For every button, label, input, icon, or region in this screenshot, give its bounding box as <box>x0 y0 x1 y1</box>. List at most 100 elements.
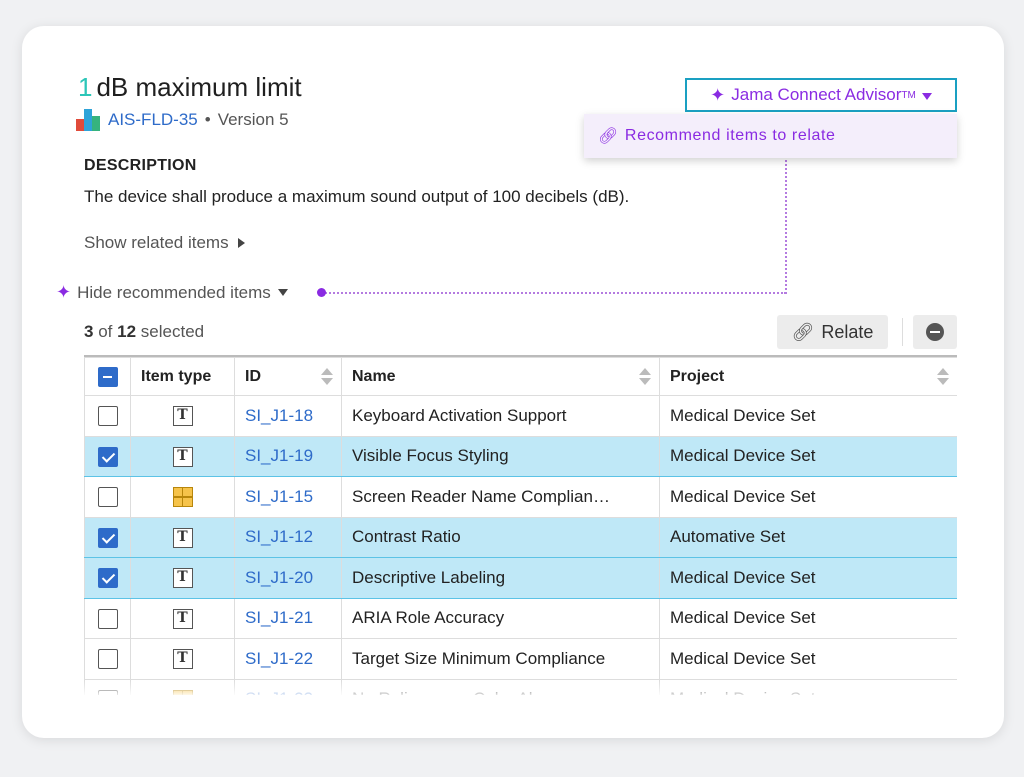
hide-recommended-toggle[interactable]: ✦ Hide recommended items <box>56 282 288 303</box>
description-label: DESCRIPTION <box>84 157 197 174</box>
chevron-down-icon <box>921 92 932 100</box>
header-project[interactable]: Project <box>659 357 957 396</box>
item-meta: AIS-FLD-35 • Version 5 <box>76 109 289 131</box>
title-number: 1 <box>78 72 93 102</box>
header-project-label: Project <box>670 367 725 385</box>
page-title: 1 dB maximum limit <box>78 72 302 103</box>
row-checkbox-cell <box>84 597 131 639</box>
row-checkbox-cell <box>84 476 131 518</box>
of-word: of <box>98 322 113 341</box>
item-type-cell <box>130 476 235 518</box>
item-id-cell[interactable]: SI_J1-21 <box>234 597 342 639</box>
row-checkbox[interactable] <box>97 608 118 629</box>
sparkle-icon: ✦ <box>56 282 72 302</box>
row-checkbox[interactable] <box>97 487 118 507</box>
row-checkbox-cell <box>84 516 131 558</box>
remove-button[interactable] <box>913 315 957 349</box>
item-project-cell: Medical Device Set <box>659 476 957 518</box>
relate-button[interactable]: 🔗︎ Relate <box>777 315 888 349</box>
item-type-cell: T <box>130 395 235 437</box>
row-checkbox[interactable] <box>97 446 118 467</box>
link-icon: 🔗︎ <box>598 128 619 145</box>
sort-icon[interactable] <box>321 368 333 386</box>
item-project-cell: Medical Device Set <box>659 435 957 477</box>
item-id-cell[interactable]: SI_J1-12 <box>234 516 342 558</box>
table-row[interactable]: T SI_J1-18 Keyboard Activation Support Medi… <box>84 395 957 437</box>
minus-circle-icon <box>926 323 944 341</box>
row-checkbox[interactable] <box>97 527 118 548</box>
row-checkbox-cell <box>84 435 131 477</box>
row-checkbox[interactable] <box>97 568 118 588</box>
row-checkbox-cell <box>84 395 131 437</box>
item-project-cell: Automative Set <box>659 516 957 558</box>
item-project-cell: Medical Device Set <box>659 597 957 639</box>
text-item-icon: T <box>172 568 193 588</box>
recommend-label: Recommend items to relate <box>624 127 836 144</box>
recommended-items-table: Item type ID Name Project T SI_J1-18 Keybo… <box>84 355 957 695</box>
header-id[interactable]: ID <box>234 357 342 396</box>
table-row[interactable]: T SI_J1-19 Visible Focus Styling Medical De… <box>84 435 957 477</box>
advisor-menu-item-recommend[interactable]: 🔗︎ Recommend items to relate <box>584 114 957 158</box>
sort-icon[interactable] <box>937 368 949 386</box>
item-id-link[interactable]: AIS-FLD-35 <box>108 110 198 130</box>
item-name-cell: Keyboard Activation Support <box>341 395 660 437</box>
row-checkbox[interactable] <box>97 406 118 426</box>
text-item-icon: T <box>172 527 193 548</box>
connector-line-vertical <box>785 144 787 294</box>
connector-line-horizontal <box>322 292 786 294</box>
advisor-button[interactable]: ✦ Jama Connect Advisor TM <box>685 78 957 112</box>
grid-icon <box>172 487 193 507</box>
text-item-icon: T <box>172 446 193 467</box>
description-text: The device shall produce a maximum sound… <box>84 187 630 206</box>
table-row[interactable]: T SI_J1-21 ARIA Role Accuracy Medical Devic… <box>84 597 957 639</box>
item-id-cell[interactable]: SI_J1-19 <box>234 435 342 477</box>
item-project-cell: Medical Device Set <box>659 638 957 680</box>
title-text: dB maximum limit <box>96 72 302 102</box>
header-item-type: Item type <box>130 357 235 396</box>
item-name-cell: Descriptive Labeling <box>341 557 660 599</box>
item-id-cell[interactable]: SI_J1-20 <box>234 557 342 599</box>
header-name-label: Name <box>352 367 396 385</box>
select-all-checkbox[interactable] <box>97 366 118 387</box>
trademark: TM <box>901 89 916 101</box>
sparkle-icon: ✦ <box>710 84 726 105</box>
total-count: 12 <box>117 322 137 341</box>
item-version: Version 5 <box>217 110 289 129</box>
item-name-cell: Screen Reader Name Complian… <box>341 476 660 518</box>
link-icon: 🔗︎ <box>791 321 815 342</box>
advisor-label: Jama Connect Advisor <box>731 85 902 104</box>
text-item-icon: T <box>172 406 193 426</box>
item-name-cell: Visible Focus Styling <box>341 435 660 477</box>
table-row[interactable]: T SI_J1-20 Descriptive Labeling Medical Dev… <box>84 557 957 599</box>
table-row[interactable]: T SI_J1-22 Target Size Minimum Compliance M… <box>84 638 957 680</box>
meta-separator: • <box>204 110 211 129</box>
table-header-row: Item type ID Name Project <box>84 357 957 396</box>
item-name-cell: ARIA Role Accuracy <box>341 597 660 639</box>
item-id-cell[interactable]: SI_J1-15 <box>234 476 342 518</box>
item-project-cell: Medical Device Set <box>659 395 957 437</box>
toolbar-divider <box>902 318 903 346</box>
item-id-cell[interactable]: SI_J1-18 <box>234 395 342 437</box>
sort-icon[interactable] <box>639 368 651 386</box>
header-id-label: ID <box>245 367 261 385</box>
text-item-icon: T <box>172 608 193 629</box>
connector-dot <box>317 288 326 297</box>
scroll-fade <box>84 681 957 697</box>
item-type-cell: T <box>130 557 235 599</box>
table-row[interactable]: SI_J1-15 Screen Reader Name Complian… Medi… <box>84 476 957 518</box>
select-all-cell <box>84 357 131 396</box>
hide-recommended-label: Hide recommended items <box>77 282 271 302</box>
item-type-cell: T <box>130 435 235 477</box>
item-project-cell: Medical Device Set <box>659 557 957 599</box>
caret-down-icon <box>277 289 288 296</box>
relate-label: Relate <box>821 321 874 342</box>
item-type-cell: T <box>130 597 235 639</box>
show-related-toggle[interactable]: Show related items <box>84 233 245 253</box>
row-checkbox[interactable] <box>97 649 118 669</box>
row-checkbox-cell <box>84 557 131 599</box>
table-row[interactable]: T SI_J1-12 Contrast Ratio Automative Set <box>84 516 957 558</box>
item-id-cell[interactable]: SI_J1-22 <box>234 638 342 680</box>
header-name[interactable]: Name <box>341 357 660 396</box>
item-name-cell: Contrast Ratio <box>341 516 660 558</box>
text-item-icon: T <box>172 649 193 669</box>
